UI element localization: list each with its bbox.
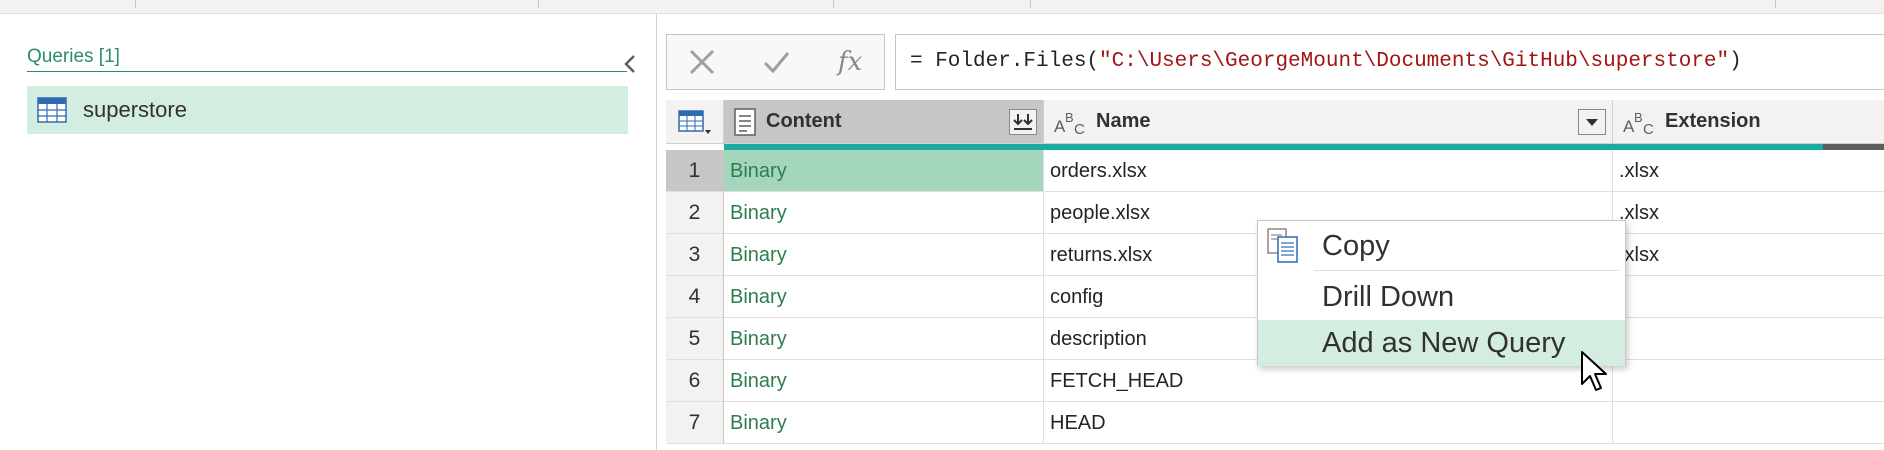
table-row: 6 Binary FETCH_HEAD <box>666 360 1884 402</box>
extension-cell[interactable]: .xlsx <box>1613 192 1884 234</box>
svg-text:C: C <box>1074 121 1085 136</box>
close-icon <box>689 49 715 75</box>
chevron-down-icon <box>1586 119 1598 126</box>
column-header-content[interactable]: Content <box>724 100 1044 144</box>
row-number[interactable]: 7 <box>666 402 724 444</box>
name-cell[interactable]: FETCH_HEAD <box>1044 360 1613 402</box>
copy-icon <box>1267 228 1298 263</box>
ribbon-divider <box>833 0 834 8</box>
commit-formula-button[interactable] <box>741 35 811 89</box>
formula-path-string: "C:\Users\GeorgeMount\Documents\GitHub\s… <box>1099 50 1730 73</box>
text-type-icon: A B C <box>1054 110 1085 136</box>
table-row: 1 Binary orders.xlsx .xlsx <box>666 150 1884 192</box>
table-icon <box>37 97 67 123</box>
queries-pane: Queries [1] superstore <box>0 14 656 450</box>
menu-item-label: Drill Down <box>1322 281 1455 313</box>
column-header-name[interactable]: A B C Name <box>1044 100 1613 144</box>
row-number[interactable]: 6 <box>666 360 724 402</box>
row-number[interactable]: 4 <box>666 276 724 318</box>
text-type-icon: A B C <box>1623 110 1654 136</box>
table-row: 7 Binary HEAD <box>666 402 1884 444</box>
menu-item-label: Copy <box>1322 230 1390 262</box>
menu-item-label: Add as New Query <box>1322 327 1566 359</box>
chevron-left-icon <box>624 55 635 73</box>
top-ribbon-strip <box>0 0 1884 14</box>
svg-text:B: B <box>1065 110 1074 125</box>
content-cell[interactable]: Binary <box>724 234 1044 276</box>
extension-cell[interactable]: .xlsx <box>1613 234 1884 276</box>
formula-suffix: ) <box>1729 50 1742 73</box>
expand-binary-button[interactable] <box>1009 109 1037 135</box>
query-item-superstore[interactable]: superstore <box>27 86 628 134</box>
filter-dropdown-button[interactable] <box>1578 109 1606 135</box>
extension-cell[interactable] <box>1613 318 1884 360</box>
extension-cell[interactable]: .xlsx <box>1613 150 1884 192</box>
table-options-icon <box>677 109 711 134</box>
formula-prefix: = Folder.Files( <box>910 50 1100 73</box>
checkmark-icon <box>763 52 790 74</box>
content-cell[interactable]: Binary <box>724 318 1044 360</box>
content-cell[interactable]: Binary <box>724 150 1044 192</box>
insert-function-button[interactable]: fx <box>815 35 885 89</box>
column-header-label: Name <box>1096 110 1151 132</box>
name-cell[interactable]: orders.xlsx <box>1044 150 1613 192</box>
column-header-extension[interactable]: A B C Extension <box>1613 100 1884 144</box>
column-header-label: Content <box>766 110 842 132</box>
ribbon-divider <box>538 0 539 8</box>
formula-buttons: fx <box>666 34 885 90</box>
row-number[interactable]: 3 <box>666 234 724 276</box>
collapse-queries-button[interactable] <box>616 50 644 78</box>
content-cell[interactable]: Binary <box>724 360 1044 402</box>
row-number[interactable]: 5 <box>666 318 724 360</box>
pane-divider[interactable] <box>656 14 657 450</box>
extension-cell[interactable] <box>1613 402 1884 444</box>
mouse-pointer-icon <box>1581 351 1607 391</box>
ribbon-divider <box>1030 0 1031 8</box>
extension-cell[interactable] <box>1613 360 1884 402</box>
extension-cell[interactable] <box>1613 276 1884 318</box>
context-menu: Copy Drill Down Add as New Query <box>1257 220 1626 366</box>
expand-down-icon <box>1013 114 1033 130</box>
table-menu-button[interactable] <box>666 100 724 144</box>
content-cell[interactable]: Binary <box>724 276 1044 318</box>
content-cell[interactable]: Binary <box>724 402 1044 444</box>
binary-type-icon <box>734 107 756 136</box>
menu-item-drill-down[interactable]: Drill Down <box>1258 274 1625 320</box>
row-number[interactable]: 2 <box>666 192 724 234</box>
content-cell[interactable]: Binary <box>724 192 1044 234</box>
menu-item-add-as-new-query[interactable]: Add as New Query <box>1258 320 1625 366</box>
svg-text:B: B <box>1634 110 1643 125</box>
cancel-formula-button[interactable] <box>667 35 737 89</box>
query-item-label: superstore <box>83 97 187 122</box>
fx-icon: fx <box>837 47 863 77</box>
queries-header: Queries [1] <box>27 44 627 72</box>
column-header-label: Extension <box>1665 110 1761 132</box>
formula-input[interactable]: = Folder.Files("C:\Users\GeorgeMount\Doc… <box>895 34 1884 90</box>
ribbon-divider <box>135 0 136 8</box>
ribbon-divider <box>1775 0 1776 8</box>
menu-separator <box>1314 270 1619 271</box>
name-cell[interactable]: HEAD <box>1044 402 1613 444</box>
svg-text:C: C <box>1643 121 1654 136</box>
menu-item-copy[interactable]: Copy <box>1258 223 1625 269</box>
row-number[interactable]: 1 <box>666 150 724 192</box>
